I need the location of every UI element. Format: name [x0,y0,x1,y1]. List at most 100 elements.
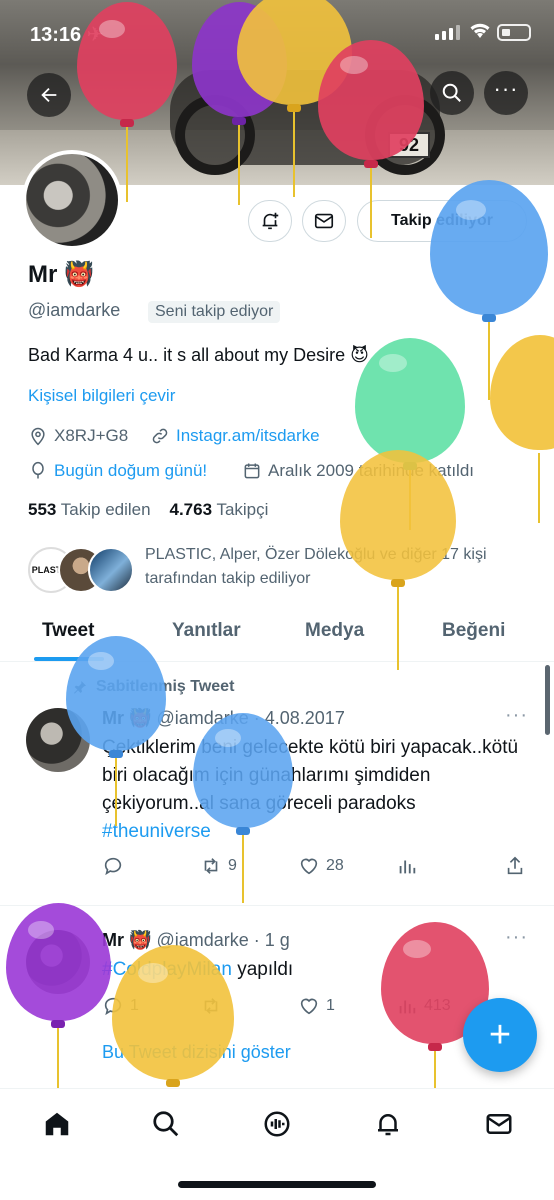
tweet-avatar[interactable] [26,930,90,994]
arrow-left-icon [41,87,57,103]
like-button[interactable]: 1 [298,995,335,1017]
search-icon [153,1111,179,1137]
tweet-handle-date: @iamdarke · 4.08.2017 [156,708,345,728]
banner-wheel [175,95,255,175]
more-options-button[interactable]: ··· [484,71,528,115]
follow-counts: 553 Takip edilen 4.763 Takipçi [28,500,268,520]
hashtag-link[interactable]: #theuniverse [102,821,211,842]
link-icon [152,428,168,444]
tab-likes[interactable]: Beğeni [442,620,505,642]
bell-icon [378,1114,398,1136]
ogre-emoji: 👹 [64,261,94,288]
envelope-icon [314,213,334,229]
pinned-label: Sabitlenmiş Tweet [72,678,234,696]
heart-icon [300,998,318,1015]
followers-count-link[interactable]: 4.763 Takipçi [169,500,268,519]
tweet-handle-date: @iamdarke · 1 g [156,930,290,950]
tweet-text: Çektiklerim beni gelecekte kötü biri yap… [102,737,519,842]
translate-bio-link[interactable]: Kişisel bilgileri çevir [28,386,175,406]
tweet-header: Mr 👹 @iamdarke · 4.08.2017 [102,708,345,729]
retweet-button[interactable] [200,995,228,1017]
following-button[interactable]: Takip ediliyor [357,200,527,242]
home-indicator[interactable] [178,1181,376,1188]
profile-bio: Bad Karma 4 u.. it s all about my Desire… [28,345,369,365]
banner-plate: 92 [388,132,430,158]
views-button[interactable]: 413 [396,995,451,1017]
tweet-author-name[interactable]: Mr [102,708,124,728]
reply-icon [104,997,122,1016]
following-count-link[interactable]: 553 Takip edilen [28,500,151,519]
profile-handle: @iamdarke [28,300,121,320]
search-button[interactable] [430,71,474,115]
analytics-icon [399,860,416,874]
bell-plus-icon [262,212,279,230]
share-icon [507,856,523,875]
like-button[interactable]: 28 [298,855,344,877]
followed-by-text: PLASTIC, Alper, Özer Dölekoğlu ve diğer … [145,546,487,587]
profile-avatar[interactable] [22,150,122,250]
location-item: X8RJ+G8 [28,426,128,446]
notifications-button[interactable] [248,200,292,242]
balloon-icon [32,461,44,479]
tweet-author-name[interactable]: Mr [102,930,124,950]
nav-messages[interactable] [482,1107,516,1141]
more-dots-icon: ··· [493,76,519,101]
profile-link[interactable]: Instagr.am/itsdarke [176,426,320,446]
tweet-divider [0,905,554,906]
tweet-actions: 9 28 [0,855,554,881]
status-bar: 13:16 ✈︎ [0,0,554,66]
heart-icon [300,858,318,875]
tweet-more-button[interactable]: ··· [505,926,528,949]
follows-you-badge: Seni takip ediyor [148,301,281,323]
birthday-text[interactable]: Bugün doğum günü! [54,461,207,481]
tweet-header: Mr 👹 @iamdarke · 1 g [102,930,290,951]
retweet-icon [204,858,218,874]
nav-notifications[interactable] [371,1107,405,1141]
reply-icon [104,857,122,876]
plus-icon: + [488,1013,512,1056]
ogre-emoji: 👹 [129,930,152,950]
tab-tweets[interactable]: Tweet [42,620,94,642]
devil-emoji: 😈 [350,345,369,365]
analytics-icon [399,1000,416,1014]
joined-item: Aralık 2009 tarihinde katıldı [242,461,474,481]
views-button[interactable] [396,855,418,877]
scrollbar[interactable] [545,665,550,735]
tweet-avatar[interactable] [26,708,90,772]
tweet-text: #ColdplayMilan yapıldı [102,959,294,980]
bottom-navigation [0,1088,554,1200]
spaces-icon [264,1111,290,1137]
back-button[interactable] [27,73,71,117]
hashtag-link[interactable]: #ColdplayMilan [102,959,232,980]
envelope-icon [486,1114,512,1134]
balloon-decoration [490,335,554,525]
reply-button[interactable]: 1 [102,995,139,1017]
follower-avatars: PLASTIC [28,547,138,593]
cellular-signal-icon [435,25,460,40]
message-button[interactable] [302,200,346,242]
share-button[interactable] [504,855,526,877]
reply-button[interactable] [102,855,130,877]
retweet-button[interactable]: 9 [200,855,237,877]
profile-tabs: Tweet Yanıtlar Medya Beğeni [0,612,554,662]
wifi-icon [470,23,490,44]
retweet-icon [204,998,218,1014]
ogre-emoji: 👹 [129,708,152,728]
birthday-item[interactable]: Bugün doğum günü! [28,461,207,481]
calendar-icon [244,463,260,479]
status-time: 13:16 ✈︎ [30,24,104,46]
tweet-more-button[interactable]: ··· [505,704,528,727]
compose-tweet-button[interactable]: + [463,998,537,1072]
profile-link-item[interactable]: Instagr.am/itsdarke [150,426,320,446]
tab-replies[interactable]: Yanıtlar [172,620,241,642]
nav-spaces[interactable] [260,1107,294,1141]
tab-media[interactable]: Medya [305,620,364,642]
show-thread-link[interactable]: Bu Tweet dizisini göster [102,1042,291,1063]
battery-icon [497,24,531,41]
search-icon [442,83,461,102]
home-icon [45,1112,69,1136]
profile-name: Mr 👹 [28,260,94,289]
nav-home[interactable] [40,1107,74,1141]
nav-search[interactable] [149,1107,183,1141]
location-pin-icon [31,427,45,446]
